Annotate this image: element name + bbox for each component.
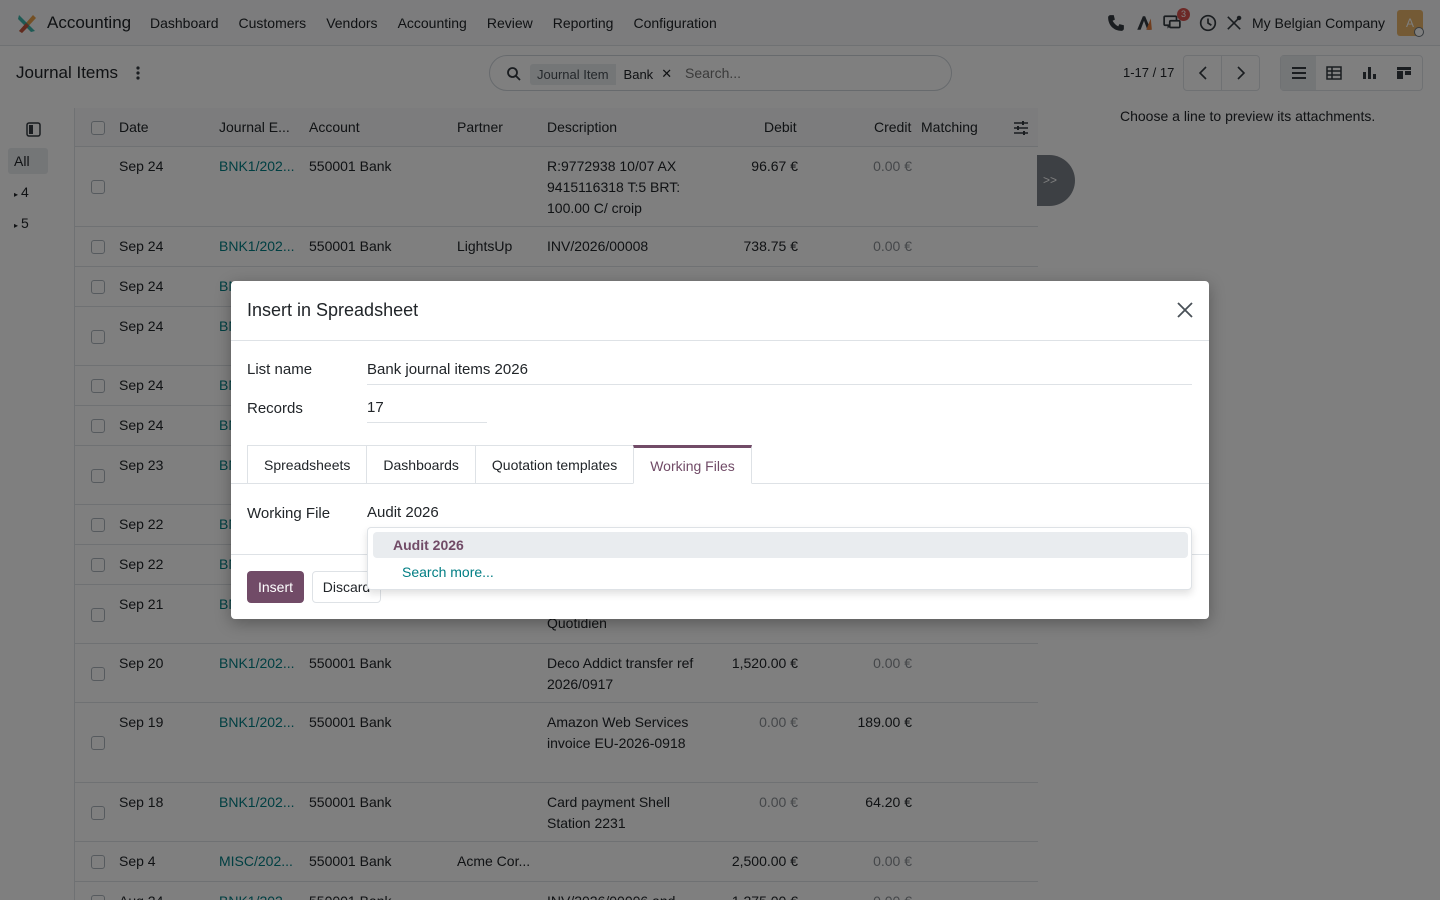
working-file-autocomplete-dropdown: Audit 2026 Search more...: [367, 527, 1192, 590]
records-label: Records: [247, 400, 303, 417]
tab-spreadsheets[interactable]: Spreadsheets: [247, 445, 367, 484]
list-name-input[interactable]: Bank journal items 2026: [367, 361, 1192, 385]
tab-working-files[interactable]: Working Files: [633, 445, 752, 484]
dropdown-option-audit-2026[interactable]: Audit 2026: [373, 532, 1188, 558]
close-icon[interactable]: [1176, 301, 1194, 319]
records-input[interactable]: 17: [367, 399, 487, 423]
dropdown-search-more[interactable]: Search more...: [402, 564, 494, 580]
insert-button[interactable]: Insert: [247, 571, 304, 603]
dialog-title: Insert in Spreadsheet: [247, 300, 419, 320]
tab-quotation-templates[interactable]: Quotation templates: [474, 445, 634, 484]
spreadsheet-type-tabs: Spreadsheets Dashboards Quotation templa…: [247, 445, 752, 484]
working-file-label: Working File: [247, 505, 331, 522]
list-name-label: List name: [247, 361, 313, 378]
dialog-header-divider: [231, 340, 1209, 341]
tab-dashboards[interactable]: Dashboards: [366, 445, 475, 484]
working-file-input[interactable]: Audit 2026: [367, 504, 1192, 527]
